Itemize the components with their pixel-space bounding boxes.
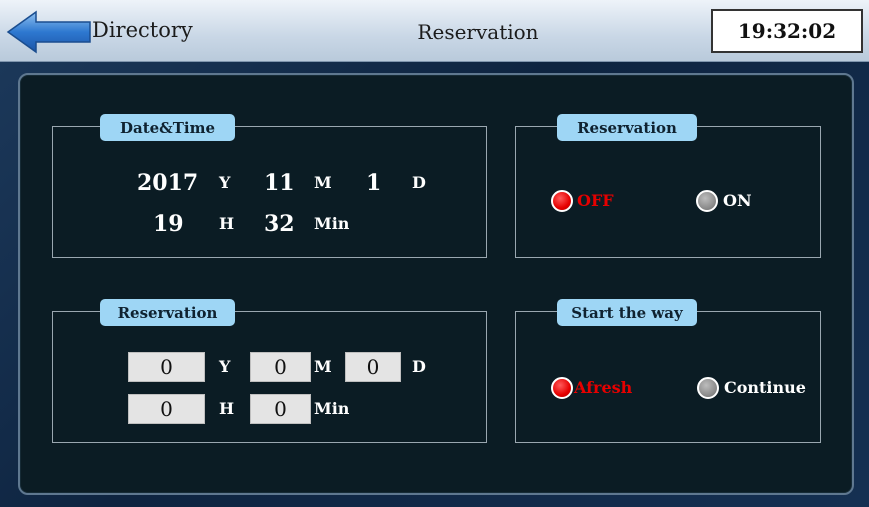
current-minute-unit: Min <box>314 214 350 233</box>
current-year-value: 2017 <box>137 170 199 196</box>
current-month-unit: M <box>314 173 332 192</box>
reservation-year-input[interactable]: 0 <box>128 352 205 382</box>
afresh-label[interactable]: Afresh <box>574 378 632 397</box>
reservation-hour-unit: H <box>219 399 235 418</box>
reservation-day-unit: D <box>412 357 426 376</box>
current-day-value: 1 <box>366 170 382 196</box>
current-year-unit: Y <box>219 173 231 192</box>
datetime-group-title: Date&Time <box>100 114 235 141</box>
current-month-value: 11 <box>264 170 295 196</box>
current-hour-value: 19 <box>153 211 184 237</box>
reservation-day-input[interactable]: 0 <box>345 352 401 382</box>
reservation-month-unit: M <box>314 357 332 376</box>
page-title: Reservation <box>417 20 539 44</box>
on-label[interactable]: ON <box>723 191 752 210</box>
start-way-title: Start the way <box>557 299 697 326</box>
datetime-group: Date&Time 2017 Y 11 M 1 D 19 H 32 Min <box>52 114 487 258</box>
reservation-year-unit: Y <box>219 357 231 376</box>
off-label[interactable]: OFF <box>577 191 614 210</box>
reservation-toggle-title: Reservation <box>557 114 697 141</box>
reservation-minute-input[interactable]: 0 <box>250 394 311 424</box>
left-arrow-icon <box>6 10 91 54</box>
title-bar: Directory Reservation 19:32:02 <box>0 0 869 62</box>
directory-label[interactable]: Directory <box>92 18 193 42</box>
reservation-toggle-group: Reservation OFF ON <box>515 114 821 258</box>
current-day-unit: D <box>412 173 426 192</box>
on-radio[interactable] <box>696 190 718 212</box>
reservation-minute-unit: Min <box>314 399 350 418</box>
continue-label[interactable]: Continue <box>724 378 806 397</box>
reservation-hour-input[interactable]: 0 <box>128 394 205 424</box>
clock-display: 19:32:02 <box>711 9 863 53</box>
current-minute-value: 32 <box>264 211 295 237</box>
current-hour-unit: H <box>219 214 235 233</box>
off-radio[interactable] <box>551 190 573 212</box>
reservation-time-group: Reservation 0 Y 0 M 0 D 0 H 0 Min <box>52 299 487 443</box>
reservation-month-input[interactable]: 0 <box>250 352 311 382</box>
afresh-radio[interactable] <box>551 377 573 399</box>
reservation-time-title: Reservation <box>100 299 235 326</box>
start-way-group: Start the way Afresh Continue <box>515 299 821 443</box>
continue-radio[interactable] <box>697 377 719 399</box>
main-panel: Date&Time 2017 Y 11 M 1 D 19 H 32 Min Re… <box>18 73 854 495</box>
back-button[interactable] <box>6 10 92 54</box>
